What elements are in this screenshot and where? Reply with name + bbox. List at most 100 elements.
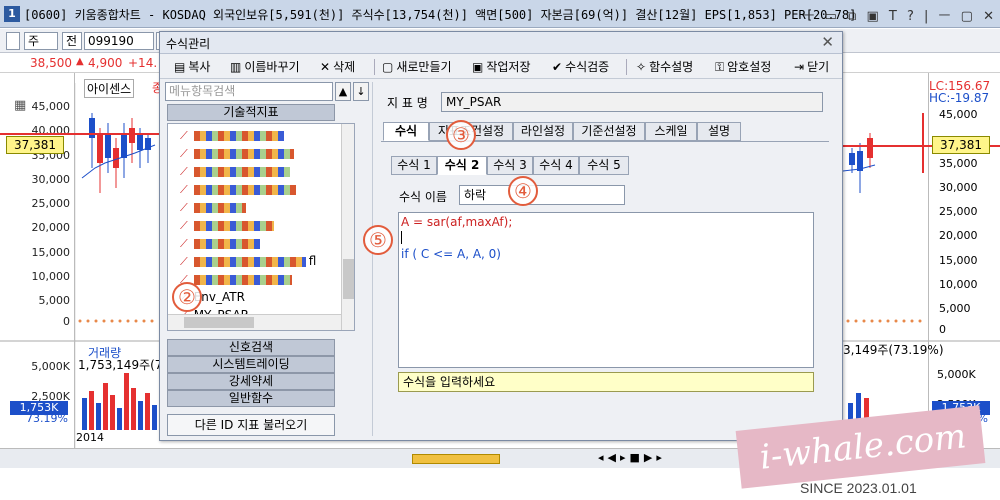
load-other-id-button[interactable]: 다른 ID 지표 불러오기 bbox=[167, 414, 335, 436]
category-technical[interactable]: 기술적지표 bbox=[167, 104, 335, 121]
tree-item[interactable]: ⟋ bbox=[180, 162, 293, 180]
redacted-name bbox=[193, 130, 284, 141]
subtab-formula-5[interactable]: 수식 5 bbox=[579, 156, 629, 175]
playback-controls[interactable]: ◂◀▸■▶▸ bbox=[598, 451, 666, 464]
help-icon[interactable]: ? bbox=[907, 9, 914, 24]
tab-line-settings[interactable]: 라인설정 bbox=[513, 122, 573, 141]
y-tick: 45,000 bbox=[31, 100, 71, 113]
y-tick-right: 5,000 bbox=[939, 302, 971, 315]
copy-label: 복사 bbox=[188, 60, 211, 74]
tab-description[interactable]: 설명 bbox=[697, 122, 741, 141]
new-button[interactable]: ▢ 새로만들기 bbox=[382, 58, 452, 76]
tab-scale[interactable]: 스케일 bbox=[645, 122, 697, 141]
stock-code-input[interactable]: 099190 bbox=[84, 32, 154, 50]
indicator-chart-icon: ⟋ bbox=[180, 255, 188, 268]
window-number-badge: 1 bbox=[4, 6, 20, 22]
cascade-icon[interactable]: ⧉ bbox=[847, 9, 856, 24]
scroll-thumb[interactable] bbox=[412, 454, 500, 464]
redacted-name bbox=[193, 256, 306, 267]
y-tick-right: 10,000 bbox=[939, 278, 978, 291]
new-label: 새로만들기 bbox=[396, 60, 452, 74]
dialog-close-icon[interactable]: ✕ bbox=[821, 33, 834, 51]
window-icon[interactable]: ▭ bbox=[825, 9, 837, 24]
search-down-icon[interactable]: ↓ bbox=[353, 82, 369, 101]
new-file-icon: ▢ bbox=[382, 60, 394, 74]
vscroll-thumb[interactable] bbox=[343, 259, 354, 299]
menu-search-input[interactable]: 메뉴항목검색 bbox=[165, 82, 333, 101]
jeon-button[interactable]: 전 bbox=[62, 32, 82, 50]
current-price: 38,500 bbox=[30, 56, 72, 70]
dialog-title-bar: 수식관리 ✕ bbox=[160, 32, 842, 54]
toolbar-separator bbox=[626, 59, 627, 75]
category-system-trading[interactable]: 시스템트레이딩 bbox=[167, 356, 335, 373]
subtab-formula-3[interactable]: 수식 3 bbox=[487, 156, 533, 175]
volume-value-right: 3,149주(73.19%) bbox=[843, 343, 944, 357]
function-help-label: 함수설명 bbox=[649, 60, 694, 74]
indicator-chart-icon: ⟋ bbox=[180, 237, 188, 250]
tree-item[interactable]: ⟋ bbox=[180, 126, 287, 144]
close-button[interactable]: ⇥ 닫기 bbox=[794, 58, 829, 76]
formula-manager-dialog: 수식관리 ✕ ▤ 복사 ▥ 이름바꾸기 ✕ 삭제 ▢ 새로만들기 ▣ 작업저장 ✔ 수식검증… bbox=[159, 31, 843, 441]
formula-name-input[interactable]: 하락 bbox=[459, 185, 625, 205]
tree-item[interactable]: ⟋ bbox=[180, 144, 297, 162]
indicator-name-input[interactable]: MY_PSAR bbox=[441, 92, 823, 112]
grid-icon[interactable] bbox=[6, 32, 20, 50]
toolbar-separator bbox=[374, 59, 375, 75]
price-change: 4,900 bbox=[88, 56, 123, 70]
font-icon[interactable]: T bbox=[889, 9, 897, 24]
copy-icon: ▤ bbox=[174, 60, 186, 74]
tree-item[interactable]: ⟋ bbox=[180, 216, 277, 234]
rename-button[interactable]: ▥ 이름바꾸기 bbox=[230, 58, 300, 76]
period-select[interactable]: 주 bbox=[24, 32, 58, 50]
window-maximize-icon[interactable]: ▢ bbox=[961, 9, 973, 24]
redacted-name bbox=[193, 238, 260, 249]
tab-baseline-settings[interactable]: 기준선설정 bbox=[573, 122, 645, 141]
redacted-name bbox=[193, 166, 290, 177]
formula-editor-pane: 지 표 명 MY_PSAR 수식 지표조건설정 라인설정 기준선설정 스케일 설… bbox=[372, 82, 838, 436]
y-tick: 0 bbox=[63, 315, 70, 328]
tree-vscroll[interactable] bbox=[341, 124, 354, 330]
subtab-formula-1[interactable]: 수식 1 bbox=[391, 156, 437, 175]
left-price-axis: ▦ 45,000 40,000 35,000 30,000 25,000 20,… bbox=[0, 73, 75, 448]
marker-2: ② bbox=[172, 282, 202, 312]
window-minimize-icon[interactable]: ㅡ bbox=[939, 9, 951, 24]
tree-hscroll[interactable] bbox=[168, 314, 341, 330]
formula-code-editor[interactable]: A = sar(af,maxAf); if ( C <= A, A, 0) bbox=[398, 212, 814, 368]
y-tick-right: 45,000 bbox=[939, 108, 978, 121]
check-icon: ✔ bbox=[552, 60, 563, 74]
volume-tick-right: 5,000K bbox=[937, 368, 976, 381]
volume-pct-left: 73.19% bbox=[26, 412, 68, 425]
rename-label: 이름바꾸기 bbox=[244, 60, 300, 74]
tile-icon[interactable]: ▣ bbox=[866, 9, 878, 24]
minimize-icon[interactable]: ㅡ bbox=[802, 9, 814, 24]
window-close-icon[interactable]: ✕ bbox=[983, 9, 994, 24]
category-strength[interactable]: 강세약세 bbox=[167, 373, 335, 390]
tree-item[interactable]: ⟋ fl bbox=[180, 252, 316, 270]
hscroll-thumb[interactable] bbox=[184, 317, 254, 328]
subtab-formula-2[interactable]: 수식 2 bbox=[437, 156, 487, 175]
tree-item[interactable]: ⟋ bbox=[180, 180, 299, 198]
volume-bars-left bbox=[82, 373, 157, 430]
delete-button[interactable]: ✕ 삭제 bbox=[320, 58, 355, 76]
tree-item[interactable]: ⟋ bbox=[180, 198, 249, 216]
category-signal-search[interactable]: 신호검색 bbox=[167, 339, 335, 356]
save-button[interactable]: ▣ 작업저장 bbox=[472, 58, 531, 76]
indicator-chart-icon: ⟋ bbox=[180, 201, 188, 214]
dialog-toolbar: ▤ 복사 ▥ 이름바꾸기 ✕ 삭제 ▢ 새로만들기 ▣ 작업저장 ✔ 수식검증 ✧ 함수설명 … bbox=[160, 55, 842, 79]
window-controls: ㅡ ▭ ⧉ ▣ T ? | ㅡ ▢ ✕ bbox=[796, 5, 994, 24]
indicator-name-label: 지 표 명 bbox=[387, 96, 428, 110]
subtab-formula-4[interactable]: 수식 4 bbox=[533, 156, 579, 175]
tree-item[interactable]: ⟋ bbox=[180, 234, 263, 252]
password-button[interactable]: ⚿ 암호설정 bbox=[715, 58, 771, 76]
save-icon: ▣ bbox=[472, 60, 484, 74]
copy-button[interactable]: ▤ 복사 bbox=[174, 58, 210, 76]
delete-icon: ✕ bbox=[320, 60, 331, 74]
validate-button[interactable]: ✔ 수식검증 bbox=[552, 58, 609, 76]
current-price-tag-left: 37,381 bbox=[6, 136, 64, 154]
function-help-button[interactable]: ✧ 함수설명 bbox=[636, 58, 693, 76]
chart-grid-icon[interactable]: ▦ bbox=[14, 98, 26, 113]
password-label: 암호설정 bbox=[727, 60, 772, 74]
tab-formula[interactable]: 수식 bbox=[383, 122, 429, 141]
search-up-icon[interactable]: ▲ bbox=[335, 82, 351, 101]
category-general-function[interactable]: 일반함수 bbox=[167, 390, 335, 407]
